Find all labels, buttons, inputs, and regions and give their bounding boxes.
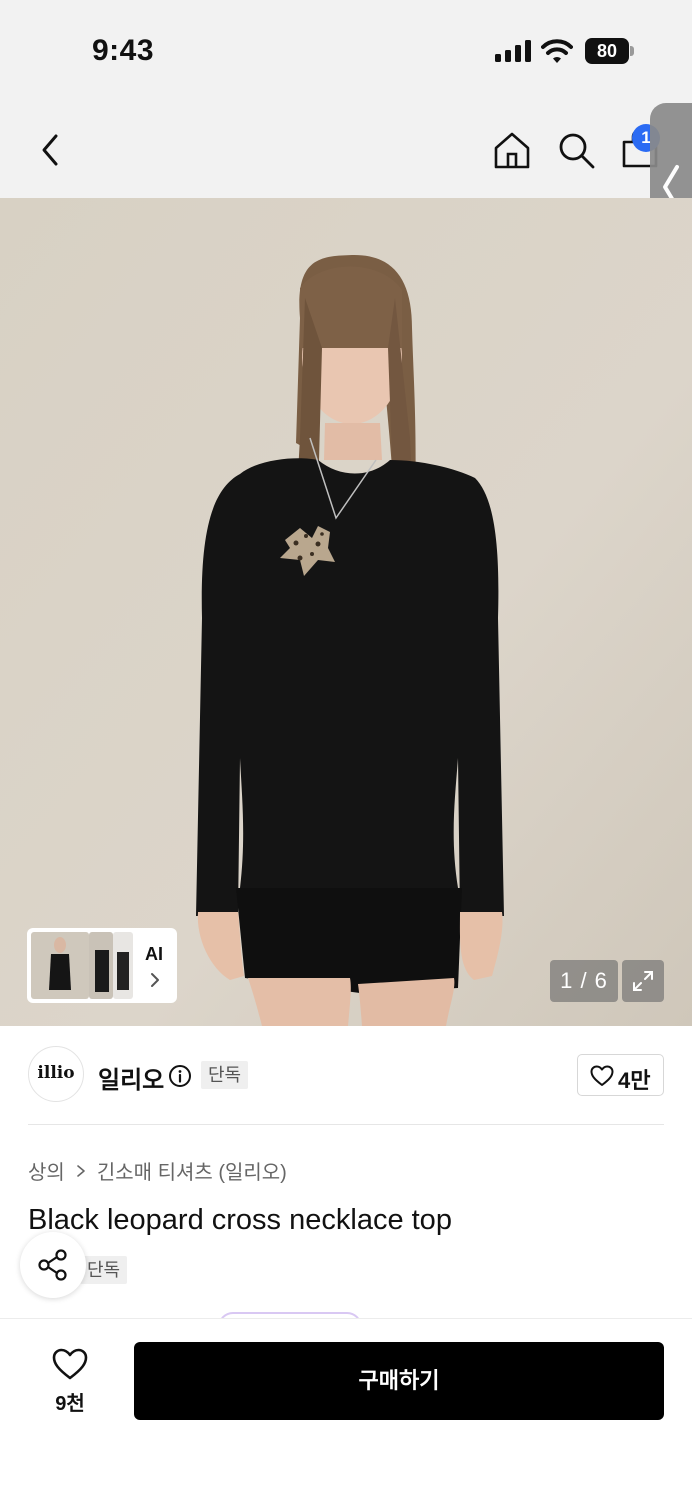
share-button[interactable] [20,1232,86,1298]
share-icon [38,1249,67,1281]
buy-button[interactable]: 구매하기 [134,1342,664,1420]
brand-exclusive-tag: 단독 [201,1061,249,1089]
product-title: Black leopard cross necklace top [28,1204,452,1236]
chevron-right-icon [151,973,159,987]
product-exclusive-tag: 단독 [80,1256,128,1284]
section-divider [28,1124,664,1125]
signal-icon [495,40,531,62]
heart-icon [590,1065,614,1086]
brand-like-count: 4만 [618,1068,651,1093]
image-page-counter: 1 / 6 [550,960,618,1002]
brand-name[interactable]: 일리오 [98,1060,164,1095]
thumbnail-image-3 [113,932,133,999]
wishlist-count: 9천 [55,1393,85,1415]
breadcrumb-category[interactable]: 상의 [28,1156,65,1185]
ai-lookbook-thumbnail[interactable]: AI [27,928,177,1003]
home-icon[interactable] [492,130,532,170]
chevron-right-icon [77,1164,85,1177]
breadcrumb: 상의 긴소매 티셔츠 (일리오) [28,1156,287,1185]
heart-icon [52,1348,88,1380]
top-nav [0,100,692,198]
brand-row: illio 일리오 단독 4만 [0,1026,692,1126]
info-icon[interactable] [168,1064,192,1088]
search-icon[interactable] [556,130,596,170]
wishlist-button[interactable]: 9천 [30,1347,110,1417]
brand-logo[interactable]: illio [28,1046,84,1102]
chevron-left-icon[interactable] [34,130,68,170]
battery-tip [630,46,634,56]
expand-button[interactable] [622,960,664,1002]
product-photo [0,198,692,1026]
bottom-action-bar: 9천 구매하기 [0,1318,692,1500]
status-time: 9:43 [92,34,155,67]
status-bar: 9:43 80 [0,0,692,100]
expand-icon [633,971,653,991]
thumbnail-image-1 [31,932,89,999]
brand-like-button[interactable]: 4만 [577,1054,664,1096]
product-image-gallery[interactable] [0,198,692,1026]
breadcrumb-subcategory[interactable]: 긴소매 티셔츠 (일리오) [97,1156,287,1185]
wifi-icon [541,39,573,63]
thumbnail-image-2 [89,932,113,999]
ai-label: AI [145,944,163,964]
battery-level: 80 [585,38,629,64]
battery-indicator: 80 [585,38,635,64]
